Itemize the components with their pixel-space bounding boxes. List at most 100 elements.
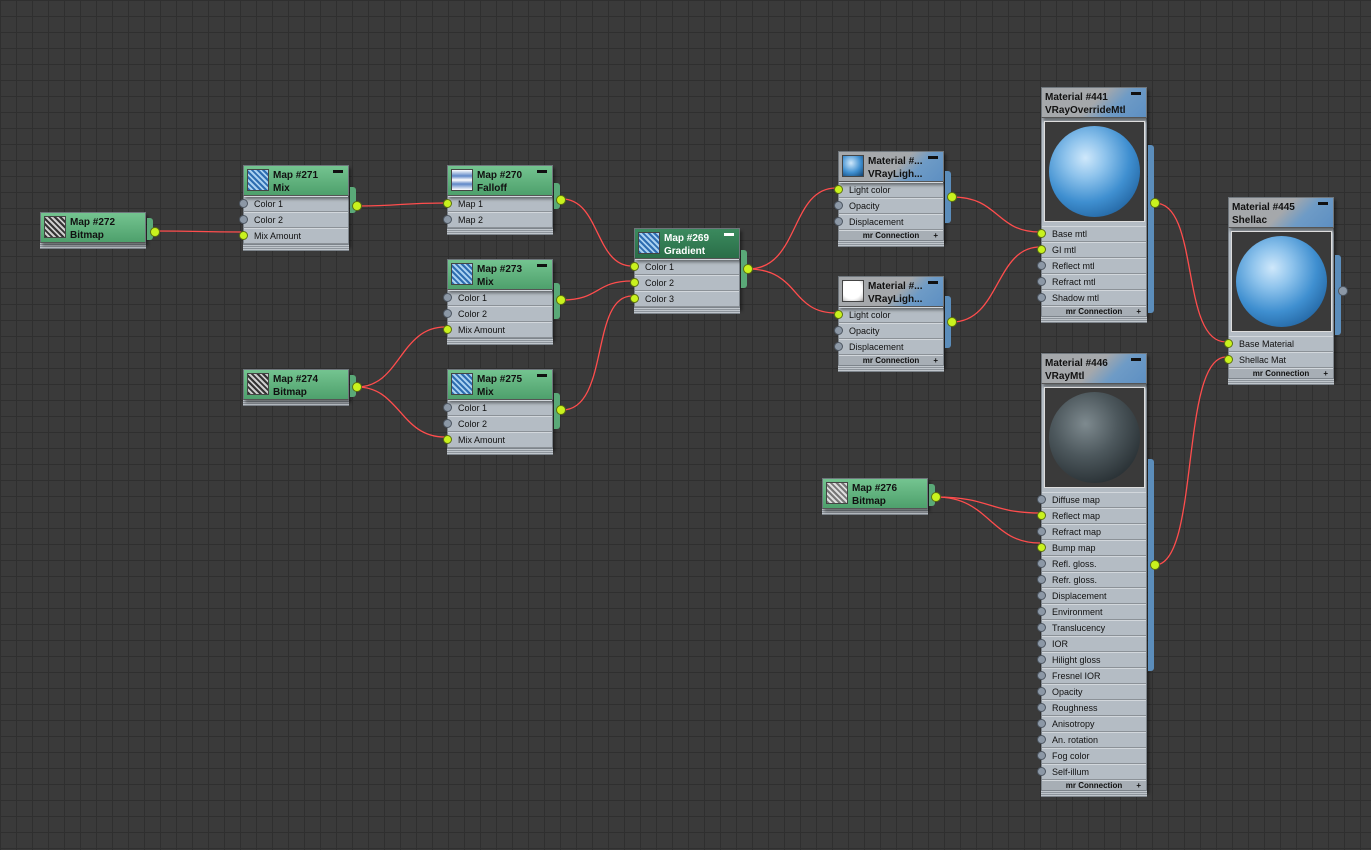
node-header[interactable]: Map #272 Bitmap — [40, 212, 146, 243]
minimize-button[interactable]: ▬ — [537, 260, 547, 270]
slot-map-2[interactable]: Map 2 — [443, 212, 552, 228]
input-socket[interactable] — [630, 262, 639, 271]
mr-connection-footer[interactable]: mr Connection + — [839, 355, 943, 365]
slot-refract-map[interactable]: Refract map — [1037, 524, 1146, 540]
node-header[interactable]: Map #271 Mix ▬ — [243, 165, 349, 196]
node-header[interactable]: Material #... VRayLigh... ▬ — [838, 151, 944, 182]
node-material-vraylight-a[interactable]: Material #... VRayLigh... ▬ Light color … — [834, 151, 957, 247]
node-header[interactable]: Material #441 VRayOverrideMtl ▬ — [1041, 87, 1147, 118]
input-socket[interactable] — [239, 215, 248, 224]
node-material-446[interactable]: Material #446 VRayMtl ▬ Diffuse map Refl… — [1037, 353, 1160, 797]
output-socket[interactable] — [947, 317, 957, 327]
slot-refract-mtl[interactable]: Refract mtl — [1037, 274, 1146, 290]
input-socket[interactable] — [1037, 719, 1046, 728]
slot-mix-amount[interactable]: Mix Amount — [443, 432, 552, 448]
input-socket[interactable] — [834, 185, 843, 194]
node-header[interactable]: Map #270 Falloff ▬ — [447, 165, 553, 196]
node-map-270[interactable]: Map #270 Falloff ▬ Map 1 Map 2 — [443, 165, 566, 235]
slot-color-2[interactable]: Color 2 — [443, 306, 552, 322]
slot-self-illum[interactable]: Self-illum — [1037, 764, 1146, 780]
input-socket[interactable] — [1037, 527, 1046, 536]
slot-hilight-gloss[interactable]: Hilight gloss — [1037, 652, 1146, 668]
node-material-vraylight-b[interactable]: Material #... VRayLigh... ▬ Light color … — [834, 276, 957, 372]
node-map-272[interactable]: Map #272 Bitmap — [40, 212, 160, 249]
input-socket[interactable] — [1037, 607, 1046, 616]
slot-color-1[interactable]: Color 1 — [630, 259, 739, 275]
slot-color-2[interactable]: Color 2 — [630, 275, 739, 291]
slot-refr-gloss[interactable]: Refr. gloss. — [1037, 572, 1146, 588]
input-socket[interactable] — [834, 201, 843, 210]
node-header[interactable]: Material #445 Shellac ▬ — [1228, 197, 1334, 228]
input-socket[interactable] — [1037, 559, 1046, 568]
node-header[interactable]: Material #446 VRayMtl ▬ — [1041, 353, 1147, 384]
output-socket[interactable] — [150, 227, 160, 237]
expand-icon[interactable]: + — [1136, 307, 1141, 316]
output-socket[interactable] — [556, 195, 566, 205]
input-socket[interactable] — [1037, 543, 1046, 552]
expand-icon[interactable]: + — [933, 231, 938, 240]
expand-icon[interactable]: + — [1136, 781, 1141, 790]
output-socket[interactable] — [947, 192, 957, 202]
input-socket[interactable] — [1037, 495, 1046, 504]
expand-icon[interactable]: + — [1323, 369, 1328, 378]
node-map-275[interactable]: Map #275 Mix ▬ Color 1 Color 2 Mix Amoun… — [443, 369, 566, 455]
slot-opacity[interactable]: Opacity — [834, 323, 943, 339]
minimize-button[interactable]: ▬ — [928, 152, 938, 162]
slot-opacity[interactable]: Opacity — [834, 198, 943, 214]
slot-environment[interactable]: Environment — [1037, 604, 1146, 620]
slot-shadow-mtl[interactable]: Shadow mtl — [1037, 290, 1146, 306]
node-material-441[interactable]: Material #441 VRayOverrideMtl ▬ Base mtl… — [1037, 87, 1160, 323]
input-socket[interactable] — [1037, 735, 1046, 744]
slot-anisotropy[interactable]: Anisotropy — [1037, 716, 1146, 732]
slot-refl-gloss[interactable]: Refl. gloss. — [1037, 556, 1146, 572]
slot-color-1[interactable]: Color 1 — [239, 196, 348, 212]
input-socket[interactable] — [443, 309, 452, 318]
minimize-button[interactable]: ▬ — [1318, 198, 1328, 208]
input-socket[interactable] — [443, 435, 452, 444]
node-header[interactable]: Map #269 Gradient ▬ — [634, 228, 740, 259]
output-socket[interactable] — [352, 382, 362, 392]
input-socket[interactable] — [443, 293, 452, 302]
node-header[interactable]: Map #274 Bitmap — [243, 369, 349, 400]
input-socket[interactable] — [834, 217, 843, 226]
node-header[interactable]: Map #276 Bitmap — [822, 478, 928, 509]
minimize-button[interactable]: ▬ — [928, 277, 938, 287]
output-socket[interactable] — [1338, 286, 1348, 296]
slot-light-color[interactable]: Light color — [834, 182, 943, 198]
input-socket[interactable] — [834, 310, 843, 319]
slot-opacity[interactable]: Opacity — [1037, 684, 1146, 700]
node-header[interactable]: Material #... VRayLigh... ▬ — [838, 276, 944, 307]
output-socket[interactable] — [931, 492, 941, 502]
node-header[interactable]: Map #275 Mix ▬ — [447, 369, 553, 400]
input-socket[interactable] — [630, 278, 639, 287]
output-socket[interactable] — [556, 295, 566, 305]
slot-gi-mtl[interactable]: GI mtl — [1037, 242, 1146, 258]
minimize-button[interactable]: ▬ — [1131, 354, 1141, 364]
slot-color-2[interactable]: Color 2 — [239, 212, 348, 228]
output-socket[interactable] — [556, 405, 566, 415]
slot-mix-amount[interactable]: Mix Amount — [443, 322, 552, 338]
slot-shellac-mat[interactable]: Shellac Mat — [1224, 352, 1333, 368]
slot-diffuse-map[interactable]: Diffuse map — [1037, 492, 1146, 508]
slot-reflect-mtl[interactable]: Reflect mtl — [1037, 258, 1146, 274]
slot-bump-map[interactable]: Bump map — [1037, 540, 1146, 556]
slot-reflect-map[interactable]: Reflect map — [1037, 508, 1146, 524]
input-socket[interactable] — [1037, 639, 1046, 648]
slot-displacement[interactable]: Displacement — [834, 214, 943, 230]
input-socket[interactable] — [834, 342, 843, 351]
slot-displacement[interactable]: Displacement — [1037, 588, 1146, 604]
slot-color-3[interactable]: Color 3 — [630, 291, 739, 307]
input-socket[interactable] — [239, 199, 248, 208]
input-socket[interactable] — [1037, 277, 1046, 286]
input-socket[interactable] — [443, 419, 452, 428]
mr-connection-footer[interactable]: mr Connection + — [1229, 368, 1333, 378]
input-socket[interactable] — [1037, 767, 1046, 776]
slot-roughness[interactable]: Roughness — [1037, 700, 1146, 716]
input-socket[interactable] — [443, 325, 452, 334]
input-socket[interactable] — [1037, 687, 1046, 696]
node-material-445[interactable]: Material #445 Shellac ▬ Base Material Sh… — [1224, 197, 1348, 385]
slot-fog-color[interactable]: Fog color — [1037, 748, 1146, 764]
input-socket[interactable] — [1224, 355, 1233, 364]
input-socket[interactable] — [1037, 511, 1046, 520]
output-socket[interactable] — [352, 201, 362, 211]
